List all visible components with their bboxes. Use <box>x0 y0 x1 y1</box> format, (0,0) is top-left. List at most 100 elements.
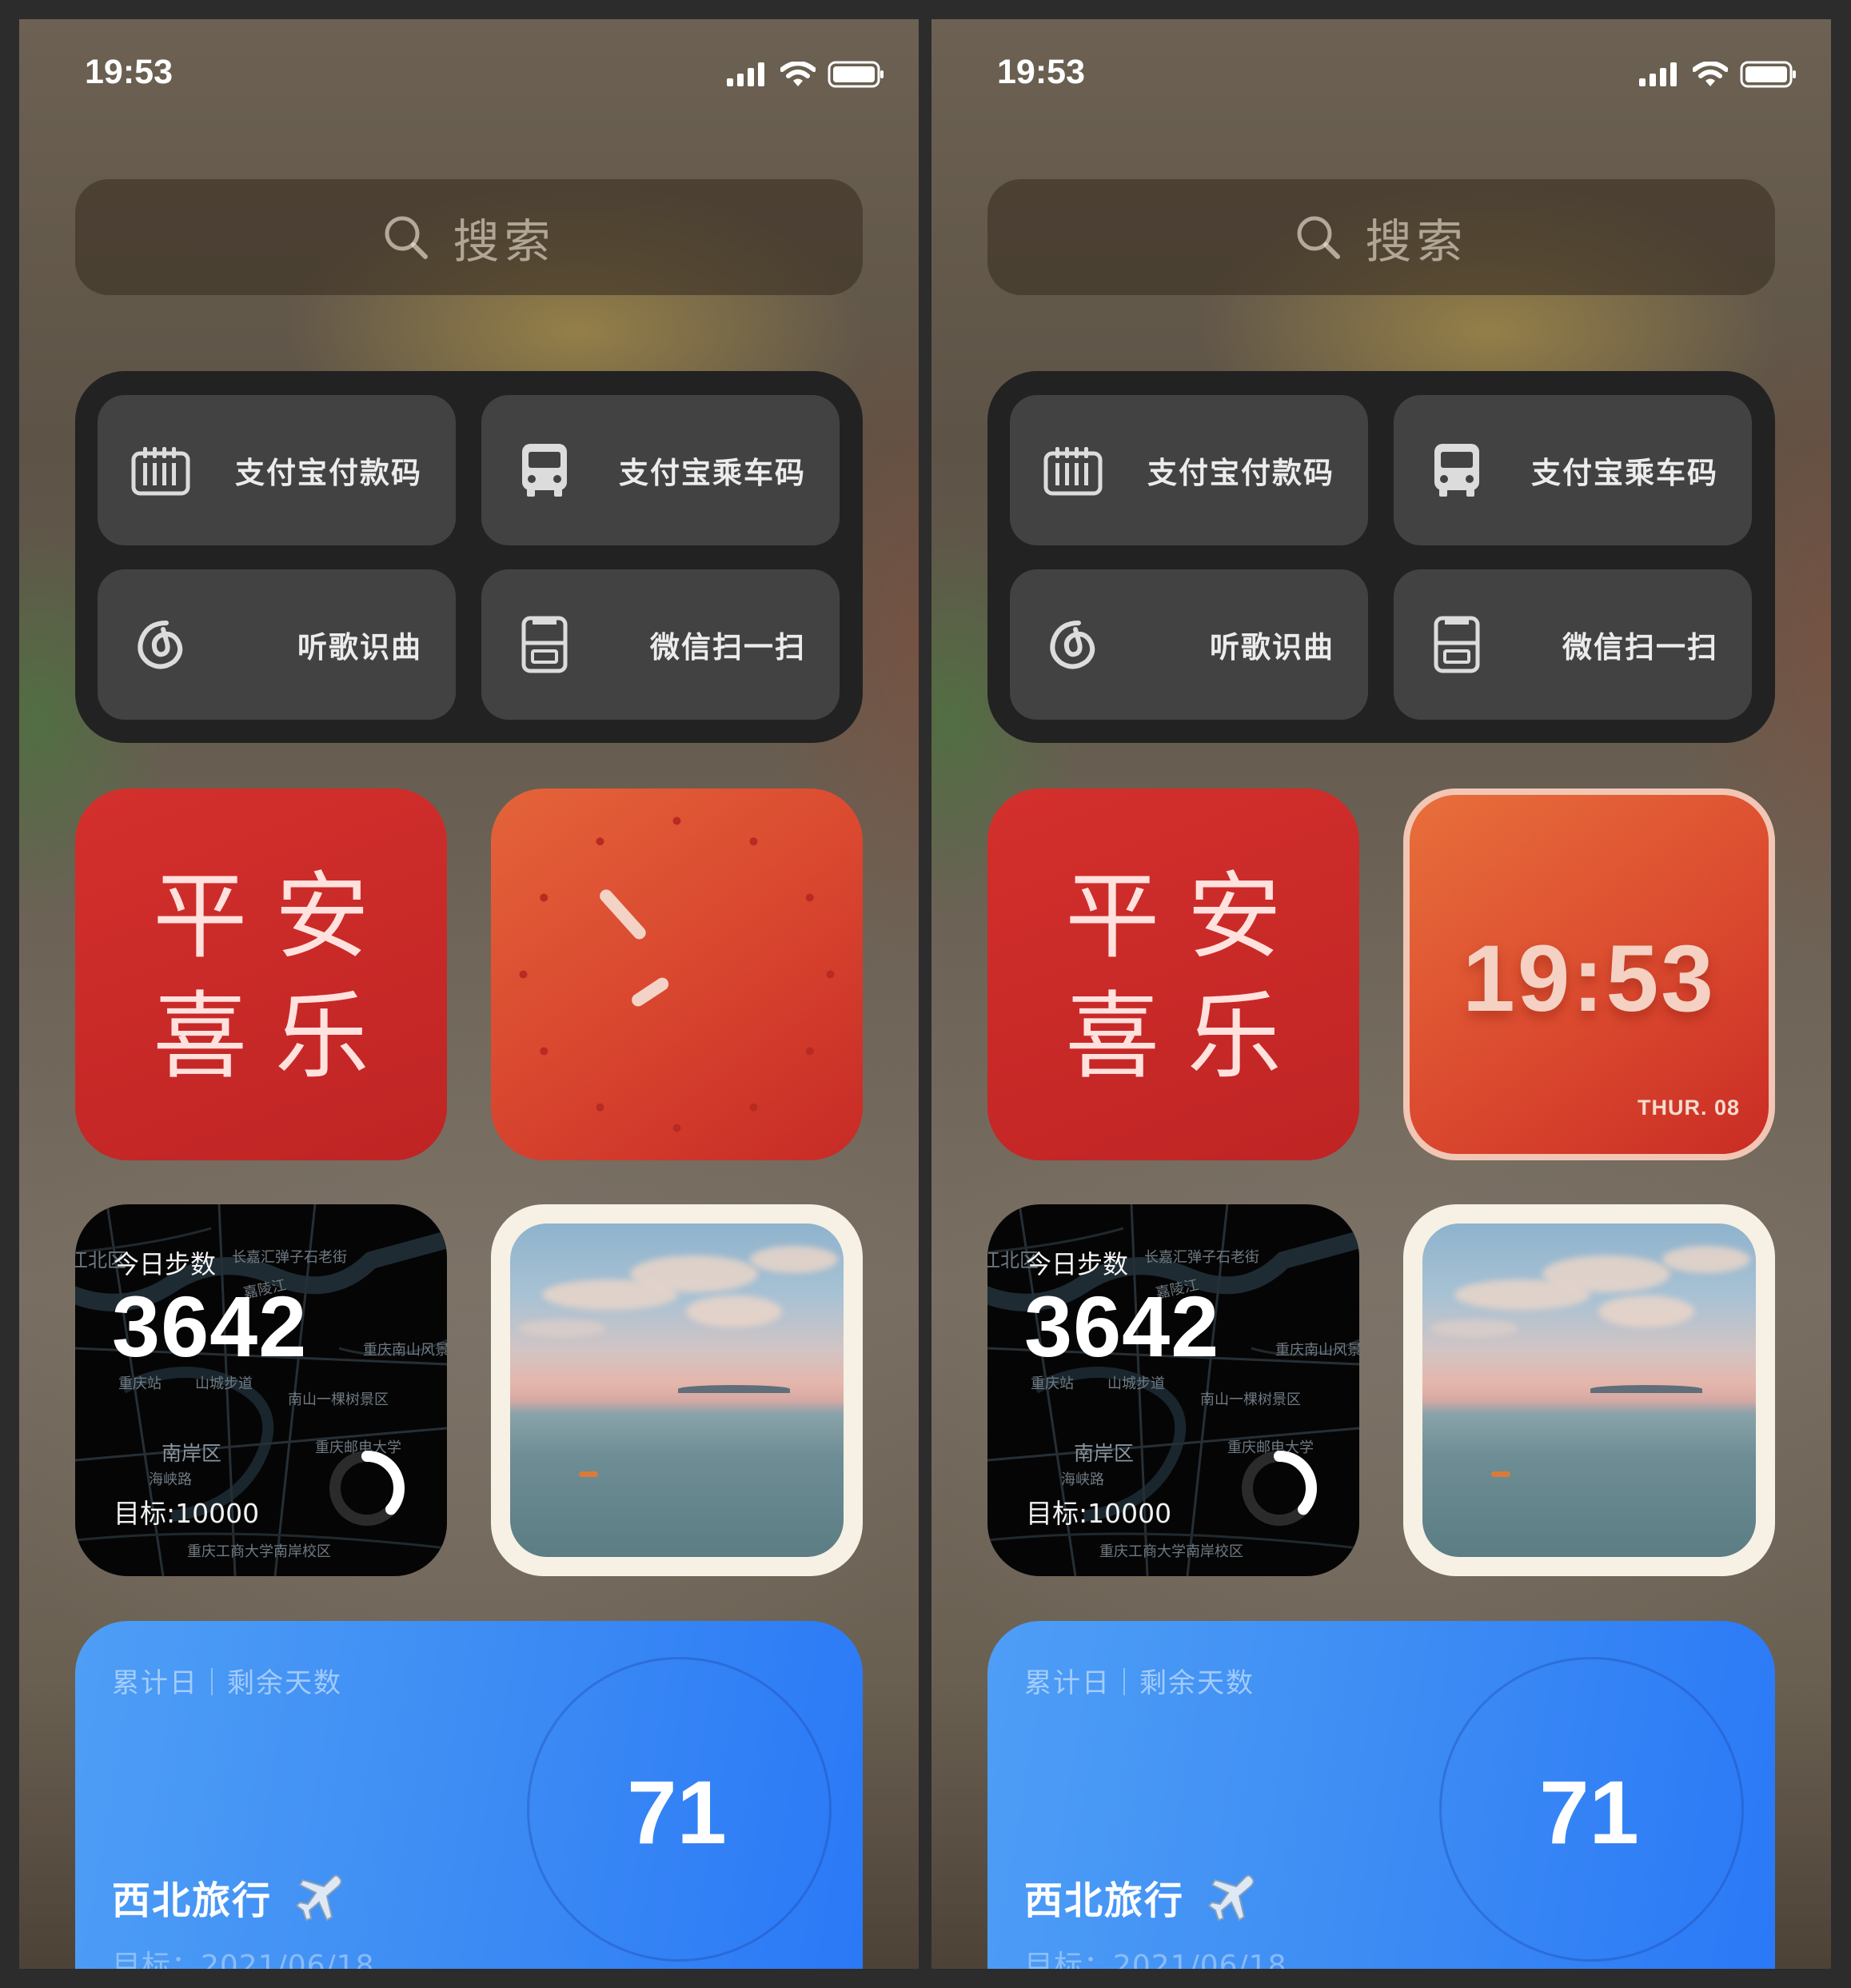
clock-hour-dot <box>805 893 814 902</box>
barcode-icon <box>130 439 192 501</box>
scan-icon <box>1426 613 1488 676</box>
bus-icon <box>1426 439 1488 501</box>
sea-sunset-photo <box>1422 1224 1756 1557</box>
alipay-payment-code-button[interactable]: 支付宝付款码 <box>1010 395 1368 545</box>
countdown-subtitle: 累计日｜剩余天数 <box>112 1667 342 1699</box>
wifi-icon <box>1692 62 1728 86</box>
countdown-title: 西北旅行 <box>112 1878 273 1923</box>
map-label: 海峡路 <box>1061 1471 1104 1488</box>
countdown-days: 71 <box>627 1762 727 1862</box>
sea-sunset-photo <box>510 1224 844 1557</box>
clock-minute-hand <box>600 889 646 940</box>
clock-hour-dot <box>596 1103 604 1112</box>
countdown-subtitle: 累计日｜剩余天数 <box>1024 1667 1255 1699</box>
map-label: 南山一棵树景区 <box>1200 1391 1301 1408</box>
steps-progress-ring <box>329 1451 405 1526</box>
airplane-icon <box>1207 1874 1257 1933</box>
alipay-transit-code-button[interactable]: 支付宝乘车码 <box>481 395 840 545</box>
netease-music-icon <box>1042 613 1104 676</box>
search-icon <box>382 214 430 261</box>
photo-widget[interactable] <box>491 1204 863 1576</box>
search-bar[interactable]: 搜索 <box>75 179 863 295</box>
wechat-scan-button[interactable]: 微信扫一扫 <box>481 569 840 720</box>
wifi-icon <box>780 62 816 86</box>
pingan-char: 安 <box>274 861 369 972</box>
comparison-canvas: 19:53 搜索 支付宝付款码 支付宝乘车码 听歌识曲 微信扫一扫 平 安 喜 … <box>0 0 1851 1988</box>
clock-hour-dot <box>519 970 528 979</box>
phone-screen-analog-variant: 19:53 搜索 支付宝付款码 支付宝乘车码 听歌识曲 微信扫一扫 平 安 喜 … <box>19 19 919 1969</box>
pingan-xile-widget[interactable]: 平 安 喜 乐 <box>75 788 447 1160</box>
clock-hour-dot <box>749 1103 758 1112</box>
clock-hour-dot <box>596 837 604 846</box>
countdown-widget[interactable]: 累计日｜剩余天数 71 西北旅行 目标：2021/06/18 <box>75 1621 863 1969</box>
pingan-char: 喜 <box>153 981 248 1092</box>
step-counter-widget[interactable]: 江北区 长嘉汇弹子石老街 嘉陵江 重庆南山风景 重庆站 山城步道 南山一棵树景区… <box>75 1204 447 1576</box>
digital-clock-time: 19:53 <box>1462 926 1716 1032</box>
alipay-transit-code-button[interactable]: 支付宝乘车码 <box>1394 395 1752 545</box>
map-label: 重庆工商大学南岸校区 <box>187 1543 331 1560</box>
cellular-signal-icon <box>1638 62 1677 86</box>
shortcut-label: 微信扫一扫 <box>650 630 806 665</box>
clock-hour-dot <box>672 1124 681 1132</box>
scan-icon <box>513 613 576 676</box>
pingan-xile-widget[interactable]: 平 安 喜 乐 <box>987 788 1359 1160</box>
song-recognition-button[interactable]: 听歌识曲 <box>98 569 456 720</box>
map-label: 南山一棵树景区 <box>288 1391 389 1408</box>
shortcut-label: 支付宝乘车码 <box>619 456 806 490</box>
status-icons <box>719 61 885 88</box>
search-icon <box>1295 214 1342 261</box>
wechat-scan-button[interactable]: 微信扫一扫 <box>1394 569 1752 720</box>
shortcut-label: 听歌识曲 <box>297 630 422 665</box>
search-placeholder: 搜索 <box>1365 214 1468 269</box>
netease-music-icon <box>130 613 192 676</box>
shortcuts-widget: 支付宝付款码 支付宝乘车码 听歌识曲 微信扫一扫 <box>75 371 863 743</box>
map-label: 南岸区 <box>162 1442 222 1465</box>
steps-progress-ring <box>1242 1451 1317 1526</box>
alipay-payment-code-button[interactable]: 支付宝付款码 <box>98 395 456 545</box>
clock-hour-dot <box>805 1047 814 1056</box>
map-label: 海峡路 <box>149 1471 192 1488</box>
countdown-widget[interactable]: 累计日｜剩余天数 71 西北旅行 目标：2021/06/18 <box>987 1621 1775 1969</box>
digital-clock-date: THUR. 08 <box>1637 1096 1740 1120</box>
pingan-char: 平 <box>153 861 248 972</box>
countdown-target-date: 目标：2021/06/18 <box>112 1950 375 1969</box>
clock-hour-dot <box>749 837 758 846</box>
airplane-icon <box>295 1874 345 1933</box>
clock-hour-hand <box>632 977 669 1007</box>
countdown-title: 西北旅行 <box>1024 1878 1185 1923</box>
analog-clock-widget[interactable] <box>491 788 863 1160</box>
search-bar[interactable]: 搜索 <box>987 179 1775 295</box>
map-label: 重庆工商大学南岸校区 <box>1099 1543 1243 1560</box>
status-icons <box>1631 61 1797 88</box>
clock-hour-dot <box>540 893 549 902</box>
photo-widget[interactable] <box>1403 1204 1775 1576</box>
shortcut-label: 支付宝付款码 <box>1147 456 1334 490</box>
bus-icon <box>513 439 576 501</box>
phone-screen-digital-variant: 19:53 搜索 支付宝付款码 支付宝乘车码 听歌识曲 微信扫一扫 平 安 喜 … <box>931 19 1831 1969</box>
digital-clock-widget[interactable]: 19:53 THUR. 08 <box>1403 788 1775 1160</box>
battery-icon <box>1740 61 1796 88</box>
map-label: 南岸区 <box>1074 1442 1135 1465</box>
map-label: 长嘉汇弹子石老街 <box>1144 1249 1259 1266</box>
clock-hour-dot <box>672 816 681 825</box>
song-recognition-button[interactable]: 听歌识曲 <box>1010 569 1368 720</box>
clock-face <box>519 816 835 1132</box>
shortcut-label: 支付宝付款码 <box>235 456 422 490</box>
steps-goal: 目标:10000 <box>1026 1498 1172 1529</box>
shortcut-label: 听歌识曲 <box>1210 630 1334 665</box>
countdown-days: 71 <box>1539 1762 1639 1862</box>
pingan-char: 喜 <box>1065 981 1160 1092</box>
pingan-char: 乐 <box>274 981 369 1092</box>
status-time: 19:53 <box>85 53 173 91</box>
map-label: 重庆南山风景 <box>363 1342 447 1359</box>
pingan-char: 平 <box>1065 861 1160 972</box>
step-counter-widget[interactable]: 江北区 长嘉汇弹子石老街 嘉陵江 重庆南山风景 重庆站 山城步道 南山一棵树景区… <box>987 1204 1359 1576</box>
pingan-char: 乐 <box>1187 981 1282 1092</box>
steps-value: 3642 <box>112 1278 308 1375</box>
shortcuts-widget: 支付宝付款码 支付宝乘车码 听歌识曲 微信扫一扫 <box>987 371 1775 743</box>
clock-hour-dot <box>826 970 835 979</box>
pingan-char: 安 <box>1187 861 1282 972</box>
search-placeholder: 搜索 <box>453 214 556 269</box>
steps-goal: 目标:10000 <box>114 1498 260 1529</box>
cellular-signal-icon <box>726 62 764 86</box>
